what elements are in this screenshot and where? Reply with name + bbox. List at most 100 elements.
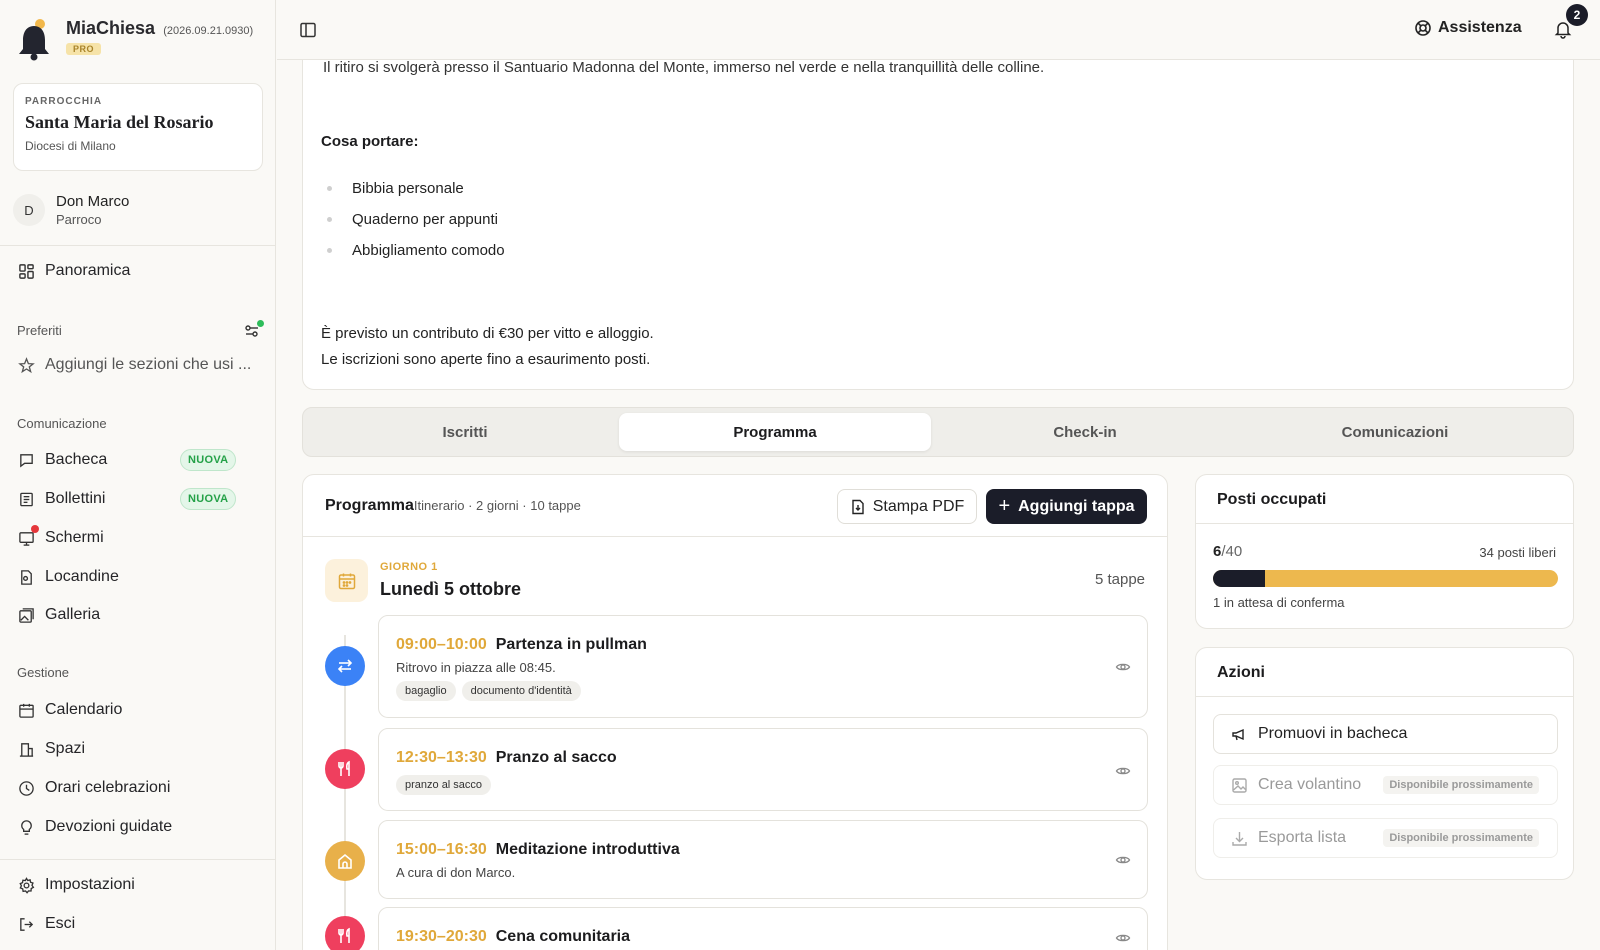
sidebar: MiaChiesa (2026.09.21.0930) PRO PARROCCH… [0,0,276,950]
sidebar-item-favorites-hint[interactable]: Aggiungi le sezioni che usi ... [17,353,262,377]
sidebar-item-label: Bacheca [45,451,108,468]
sidebar-item-label: Spazi [45,740,86,757]
program-stop[interactable]: 09:00–10:00 Partenza in pullman Ritrovo … [378,615,1148,718]
notification-count: 2 [1566,4,1588,26]
top-bar: Assistenza 2 [277,0,1600,60]
help-label: Assistenza [1438,19,1522,36]
stop-name: Pranzo al sacco [495,749,617,766]
parish-kicker: PARROCCHIA [25,96,103,107]
description-heading: Cosa portare: [321,133,419,150]
tab-comunicazioni[interactable]: Comunicazioni [1239,413,1551,451]
sidebar-item-locandine[interactable]: Locandine [17,565,262,589]
sidebar-item-label: Calendario [45,701,123,718]
sidebar-toggle-icon[interactable] [299,21,317,39]
user-profile[interactable]: D Don Marco Parroco [13,193,129,227]
status-dot [257,320,264,327]
image-icon [1232,777,1247,793]
program-title-text: Programma [325,497,414,514]
sidebar-item-label: Panoramica [45,262,131,279]
list-item: Abbigliamento comodo [321,235,505,266]
print-pdf-button[interactable]: Stampa PDF [837,489,977,524]
sidebar-item-orari[interactable]: Orari celebrazioni [17,776,262,800]
eye-icon[interactable] [1115,930,1131,946]
program-stop[interactable]: 15:00–16:30 Meditazione introduttiva A c… [378,820,1148,899]
lightbulb-icon [17,818,35,836]
program-stop[interactable]: 12:30–13:30 Pranzo al sacco pranzo al sa… [378,728,1148,811]
stop-time: 19:30–20:30 [396,928,487,945]
church-icon [325,841,365,881]
alert-dot [31,525,39,533]
sidebar-item-overview[interactable]: Panoramica [17,259,262,283]
sidebar-item-impostazioni[interactable]: Impostazioni [17,873,262,897]
day-kicker: GIORNO 1 [380,561,438,573]
promote-label: Promuovi in bacheca [1258,725,1408,742]
parish-diocese: Diocesi di Milano [25,139,116,153]
parish-card[interactable]: PARROCCHIA Santa Maria del Rosario Dioce… [13,83,263,171]
stop-name: Meditazione introduttiva [495,841,680,858]
star-icon [17,356,35,374]
eye-icon[interactable] [1115,852,1131,868]
management-section-title: Gestione [17,665,70,680]
sidebar-item-label: Schermi [45,529,104,546]
tag: bagaglio [396,681,456,701]
gear-icon [17,876,35,894]
logout-icon [17,915,35,933]
sidebar-item-label: Orari celebrazioni [45,779,171,796]
actions-card: Azioni Promuovi in bacheca Crea volantin… [1195,647,1574,880]
parish-name: Santa Maria del Rosario [25,112,214,132]
create-flyer-button[interactable]: Crea volantino Disponibile prossimamente [1213,765,1558,805]
sidebar-item-galleria[interactable]: Galleria [17,603,262,627]
stop-time: 09:00–10:00 [396,636,487,653]
occupancy-count: 6/40 [1213,543,1242,560]
sidebar-item-schermi[interactable]: Schermi [17,525,262,550]
sidebar-item-bacheca[interactable]: Bacheca NUOVA [17,448,262,472]
calendar-icon [17,701,35,719]
sidebar-item-bollettini[interactable]: Bollettini NUOVA [17,487,262,511]
favorites-section-title: Preferiti [17,323,62,338]
occupancy-bar-fill [1213,570,1265,587]
brand[interactable]: MiaChiesa (2026.09.21.0930) PRO [16,18,253,62]
sliders-icon[interactable] [243,320,264,340]
description-cut-line: Il ritiro si svolgerà presso il Santuari… [323,59,1045,76]
sidebar-item-logout[interactable]: Esci [17,912,262,936]
message-icon [17,451,35,469]
bring-list: Bibbia personale Quaderno per appunti Ab… [321,173,505,266]
stop-heading: 19:30–20:30 Cena comunitaria [396,928,630,946]
coming-soon-badge: Disponibile prossimamente [1383,829,1539,847]
tab-iscritti[interactable]: Iscritti [309,413,621,451]
app-version: (2026.09.21.0930) [163,25,254,37]
stop-name: Partenza in pullman [495,636,647,653]
promote-button[interactable]: Promuovi in bacheca [1213,714,1558,754]
sidebar-item-spazi[interactable]: Spazi [17,737,262,761]
export-list-button[interactable]: Esporta lista Disponibile prossimamente [1213,818,1558,858]
building-icon [17,740,35,758]
day-stop-count: 5 tappe [1094,571,1145,588]
eye-icon[interactable] [1115,763,1131,779]
gallery-icon [17,606,35,624]
sidebar-item-devozioni[interactable]: Devozioni guidate [17,815,262,839]
tab-programma[interactable]: Programma [619,413,931,451]
actions-title: Azioni [1196,648,1573,697]
sidebar-item-calendario[interactable]: Calendario [17,698,262,722]
app-name: MiaChiesa [66,18,156,38]
grid-icon [17,262,35,280]
tag: pranzo al sacco [396,775,492,795]
tab-check-in[interactable]: Check-in [929,413,1241,451]
occupancy-bar [1213,570,1558,587]
stop-description: Ritrovo in piazza alle 08:45. [396,660,556,675]
add-stop-button[interactable]: + Aggiungi tappa [986,489,1147,524]
export-list-label: Esporta lista [1258,829,1347,846]
list-item: Bibbia personale [321,173,505,204]
program-stop[interactable]: 19:30–20:30 Cena comunitaria [378,907,1148,950]
user-role: Parroco [56,212,102,227]
stop-heading: 12:30–13:30 Pranzo al sacco [396,749,617,767]
stop-heading: 09:00–10:00 Partenza in pullman [396,636,647,654]
help-button[interactable]: Assistenza [1414,19,1522,37]
stop-description: A cura di don Marco. [396,865,516,880]
print-pdf-label: Stampa PDF [872,497,965,515]
eye-icon[interactable] [1115,659,1131,675]
meal-icon [325,749,365,789]
program-subtitle: Itinerario · 2 giorni · 10 tappe [413,498,581,513]
calendar-icon [325,559,368,602]
clock-icon [17,779,35,797]
